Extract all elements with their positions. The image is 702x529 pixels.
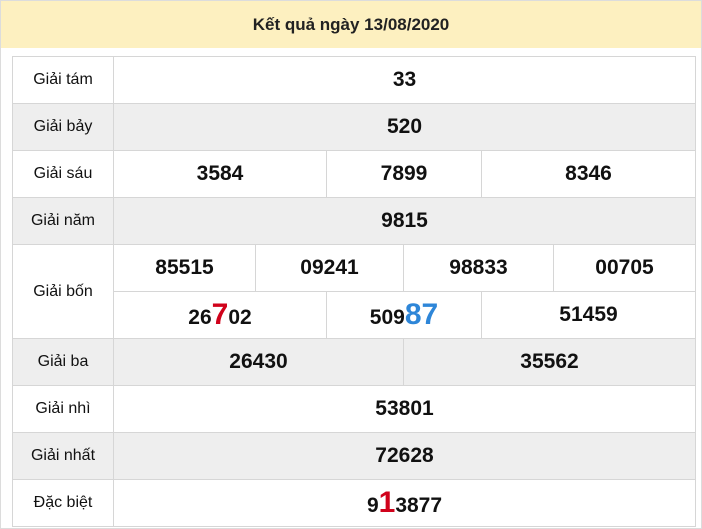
prize-number: 3584 [113, 150, 327, 198]
prize-label: Giải tám [12, 56, 114, 104]
prize-number: 50987 [326, 291, 482, 339]
prize-number: 33 [113, 56, 696, 104]
prize-number: 26702 [113, 291, 327, 339]
prize-number: 72628 [113, 432, 696, 480]
prize-number: 85515 [113, 244, 256, 292]
prize-label: Giải nhất [12, 432, 114, 480]
row-giai-bay: Giải bảy 520 [12, 103, 696, 151]
results-title: Kết quả ngày 13/08/2020 [1, 1, 701, 48]
highlight-digits: 7 [211, 298, 229, 331]
prize-number: 51459 [481, 291, 696, 339]
row-giai-nam: Giải năm 9815 [12, 197, 696, 245]
row-giai-bon-1: Giải bốn 85515 09241 98833 00705 [12, 244, 696, 339]
row-giai-tam: Giải tám 33 [12, 56, 696, 104]
prize-number: 7899 [326, 150, 482, 198]
row-dac-biet: Đặc biệt 913877 [12, 479, 696, 527]
prize-label: Giải bốn [12, 244, 114, 339]
results-table: Giải tám 33 Giải bảy 520 Giải sáu 3584 7… [12, 56, 696, 527]
special-prize-number: 913877 [113, 479, 696, 527]
prize-label: Giải ba [12, 338, 114, 386]
highlight-digits: 1 [378, 486, 396, 519]
prize-label: Giải sáu [12, 150, 114, 198]
prize-label: Giải nhì [12, 385, 114, 433]
prize-number: 26430 [113, 338, 404, 386]
prize-label: Giải bảy [12, 103, 114, 151]
highlight-digits: 87 [404, 298, 439, 331]
prize-label: Đặc biệt [12, 479, 114, 527]
row-giai-bon-2: 26702 50987 51459 [13, 291, 696, 339]
prize-number: 00705 [553, 244, 696, 292]
row-giai-ba: Giải ba 26430 35562 [12, 338, 696, 386]
prize-number: 9815 [113, 197, 696, 245]
row-giai-nhat: Giải nhất 72628 [12, 432, 696, 480]
prize-number: 8346 [481, 150, 696, 198]
row-giai-nhi: Giải nhì 53801 [12, 385, 696, 433]
prize-number: 520 [113, 103, 696, 151]
prize-number: 98833 [403, 244, 554, 292]
results-panel: Kết quả ngày 13/08/2020 Giải tám 33 Giải… [0, 0, 702, 529]
prize-number: 53801 [113, 385, 696, 433]
prize-number: 09241 [255, 244, 404, 292]
prize-label: Giải năm [12, 197, 114, 245]
prize-number: 35562 [403, 338, 696, 386]
row-giai-sau: Giải sáu 3584 7899 8346 [12, 150, 696, 198]
